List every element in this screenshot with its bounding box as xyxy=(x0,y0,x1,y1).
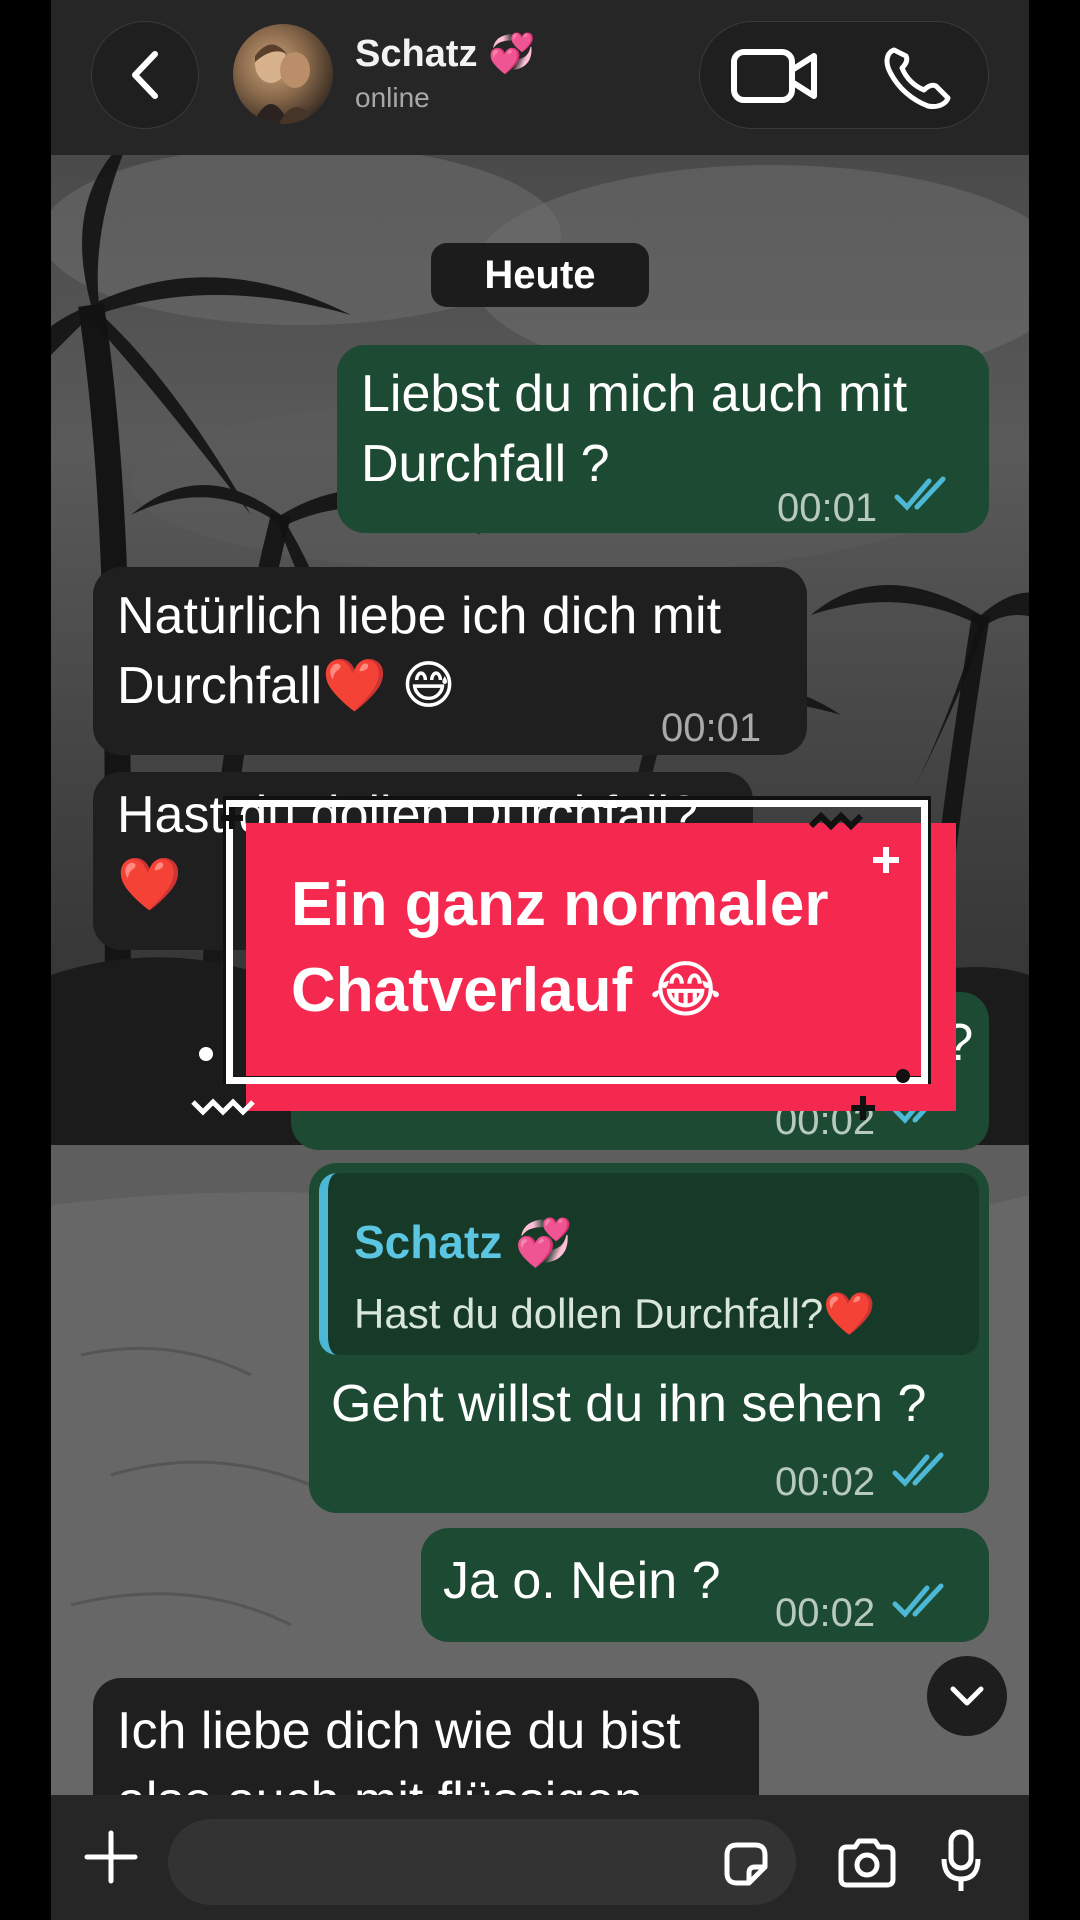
caption-text: Ein ganz normaler Chatverlauf 😂 xyxy=(291,862,931,1034)
sticker-button[interactable] xyxy=(721,1839,771,1889)
microphone-icon xyxy=(941,1829,981,1891)
message-text: Ich liebe dich wie du bist xyxy=(117,1702,681,1760)
quoted-message[interactable]: Schatz 💞 Hast du dollen Durchfall?❤️ xyxy=(319,1173,979,1355)
voice-message-button[interactable] xyxy=(941,1829,981,1895)
contact-avatar[interactable] xyxy=(233,24,333,124)
chat-header: Schatz 💞 online xyxy=(51,0,1029,155)
message-text: ❤️ xyxy=(117,856,182,914)
message-time: 00:01 xyxy=(777,486,878,530)
chevron-down-icon xyxy=(950,1686,984,1706)
date-separator: Heute xyxy=(431,243,649,307)
message-bubble-outgoing[interactable]: Liebst du mich auch mit Durchfall ? 00:0… xyxy=(337,345,989,533)
voice-call-button[interactable] xyxy=(882,44,954,110)
camera-icon xyxy=(838,1838,896,1888)
call-actions xyxy=(699,21,989,129)
contact-name[interactable]: Schatz 💞 xyxy=(355,32,535,76)
message-text: Durchfall ? xyxy=(361,435,610,493)
quoted-text: Hast du dollen Durchfall?❤️ xyxy=(354,1290,876,1337)
message-time: 00:02 xyxy=(775,1591,876,1635)
scroll-to-bottom-button[interactable] xyxy=(927,1656,1007,1736)
message-time: 00:01 xyxy=(661,706,762,750)
avatar-photo xyxy=(253,44,317,124)
caption-line: Chatverlauf 😂 xyxy=(291,956,722,1025)
double-check-icon xyxy=(892,1583,944,1618)
message-time: 00:02 xyxy=(775,1460,876,1504)
phone-icon xyxy=(884,47,951,109)
message-text: Geht willst du ihn sehen ? xyxy=(331,1375,927,1433)
double-check-icon xyxy=(892,1452,944,1487)
message-bubble-outgoing[interactable]: Schatz 💞 Hast du dollen Durchfall?❤️ Geh… xyxy=(309,1163,989,1513)
message-composer xyxy=(51,1795,1029,1920)
message-bubble-incoming[interactable]: Natürlich liebe ich dich mit Durchfall❤️… xyxy=(93,567,807,755)
camera-button[interactable] xyxy=(837,1837,897,1889)
message-input[interactable] xyxy=(168,1819,796,1905)
message-text: Liebst du mich auch mit xyxy=(361,365,908,423)
video-call-button[interactable] xyxy=(730,46,820,106)
chevron-left-icon xyxy=(132,51,158,99)
chat-screen: Schatz 💞 online Heute Liebst du mich auc… xyxy=(51,0,1029,1920)
video-camera-icon xyxy=(731,49,817,103)
sticker-icon xyxy=(724,1842,768,1886)
caption-line: Ein ganz normaler xyxy=(291,870,829,939)
double-check-icon xyxy=(894,476,946,511)
message-bubble-outgoing[interactable]: Ja o. Nein ? 00:02 xyxy=(421,1528,989,1642)
message-text: Natürlich liebe ich dich mit xyxy=(117,587,722,645)
plus-icon xyxy=(84,1830,138,1884)
quoted-sender: Schatz 💞 xyxy=(354,1216,573,1268)
contact-status: online xyxy=(355,82,430,113)
message-text: Durchfall❤️ 😅 xyxy=(117,657,456,715)
back-button[interactable] xyxy=(91,21,199,129)
attach-button[interactable] xyxy=(83,1829,139,1885)
message-text: Ja o. Nein ? xyxy=(443,1552,721,1610)
